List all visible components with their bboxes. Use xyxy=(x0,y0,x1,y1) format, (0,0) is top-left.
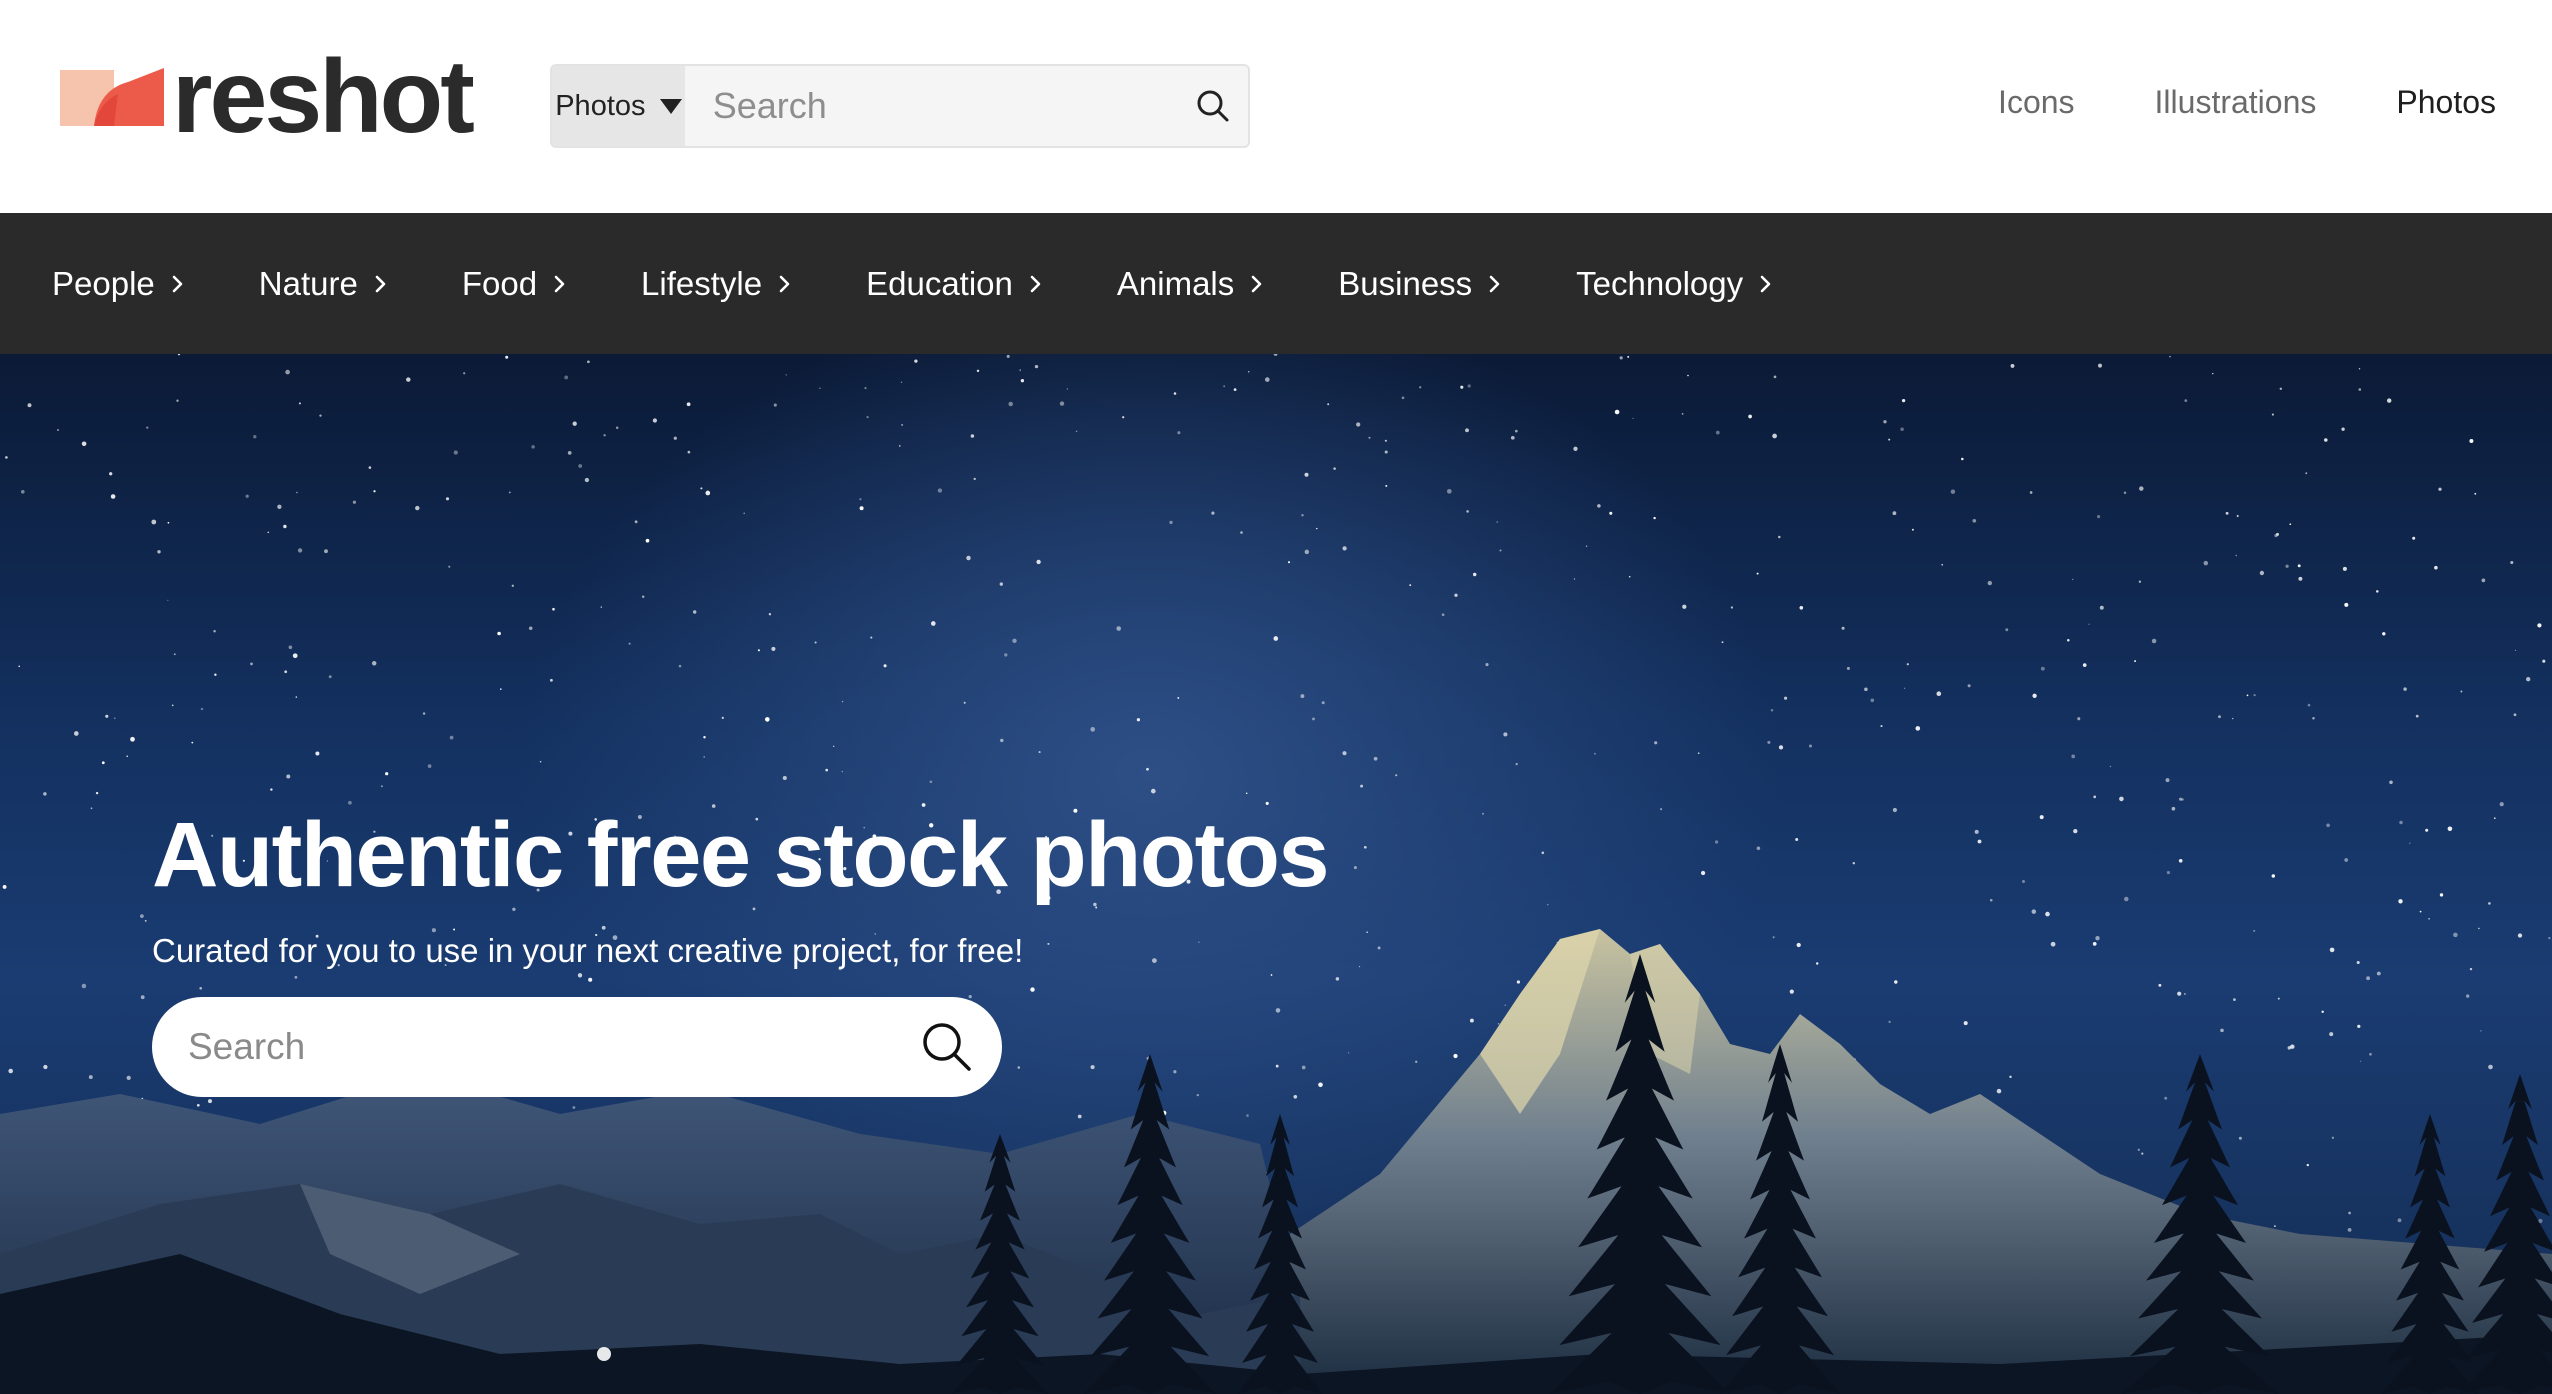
reshot-logo-mark-icon xyxy=(60,68,164,126)
header-search-button[interactable] xyxy=(1178,66,1248,146)
category-label: Business xyxy=(1338,264,1473,302)
search-icon xyxy=(923,1023,971,1071)
logo-wordmark: reshot xyxy=(172,39,475,155)
header-search: Photos xyxy=(550,64,1250,148)
nav-photos[interactable]: Photos xyxy=(2396,84,2496,121)
category-technology[interactable]: Technology xyxy=(1576,265,1775,303)
nav-icons[interactable]: Icons xyxy=(1998,84,2074,121)
site-header: reshot Photos Icons Illustrations Photos xyxy=(0,0,2552,213)
category-people[interactable]: People xyxy=(52,265,187,303)
hero-search-button[interactable] xyxy=(892,997,1002,1097)
nav-illustrations[interactable]: Illustrations xyxy=(2155,84,2317,121)
hero-title: Authentic free stock photos xyxy=(152,804,1330,906)
header-search-input[interactable] xyxy=(684,66,1178,146)
category-label: Animals xyxy=(1116,264,1235,302)
category-business[interactable]: Business xyxy=(1338,265,1504,303)
search-icon xyxy=(1197,90,1229,122)
hero-search xyxy=(152,997,1002,1097)
chevron-right-icon xyxy=(1760,275,1771,292)
category-label: Technology xyxy=(1576,264,1744,302)
hero-search-input[interactable] xyxy=(152,997,892,1097)
search-type-dropdown[interactable]: Photos xyxy=(552,66,685,146)
chevron-right-icon xyxy=(1251,275,1262,292)
search-type-label: Photos xyxy=(555,89,646,122)
chevron-right-icon xyxy=(1489,275,1500,292)
top-nav: Icons Illustrations Photos xyxy=(1998,84,2496,121)
chevron-right-icon xyxy=(172,275,183,292)
category-food[interactable]: Food xyxy=(462,265,569,303)
category-label: Education xyxy=(866,264,1013,302)
chevron-right-icon xyxy=(779,275,790,292)
chevron-right-icon xyxy=(375,275,386,292)
chevron-right-icon xyxy=(1030,275,1041,292)
category-label: Nature xyxy=(258,264,358,302)
category-nature[interactable]: Nature xyxy=(259,265,390,303)
category-bar: People Nature Food Lifestyle Education A… xyxy=(0,213,2552,354)
category-label: People xyxy=(52,264,155,302)
category-label: Lifestyle xyxy=(641,264,763,302)
caret-down-icon xyxy=(659,98,682,114)
category-label: Food xyxy=(461,264,538,302)
chevron-right-icon xyxy=(554,275,565,292)
category-lifestyle[interactable]: Lifestyle xyxy=(641,265,794,303)
hero-subtitle: Curated for you to use in your next crea… xyxy=(152,932,1024,969)
hero-banner: Authentic free stock photos Curated for … xyxy=(0,354,2552,1394)
category-education[interactable]: Education xyxy=(866,265,1045,303)
reshot-logo[interactable]: reshot xyxy=(60,45,475,149)
category-animals[interactable]: Animals xyxy=(1117,265,1266,303)
